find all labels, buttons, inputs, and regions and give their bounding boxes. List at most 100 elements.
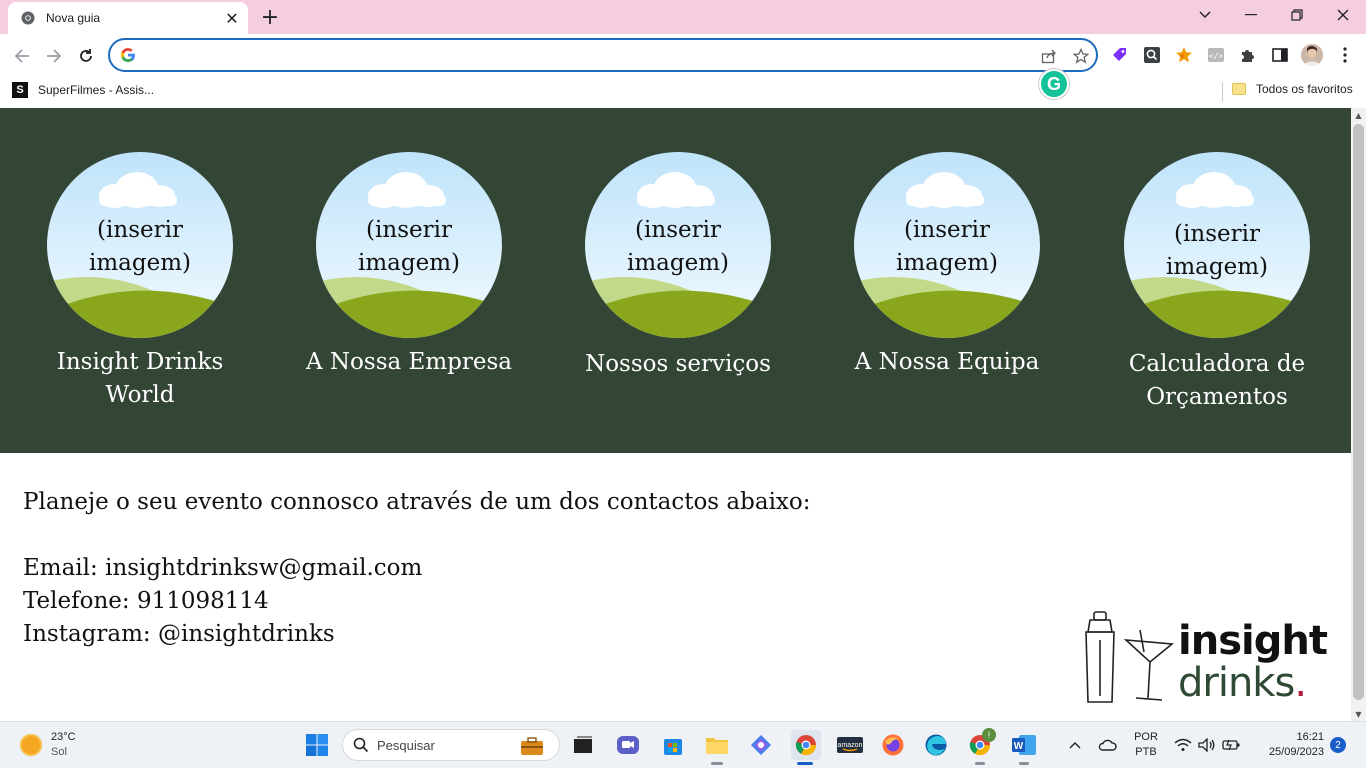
teams-chat-icon[interactable] (615, 732, 641, 758)
insight-drinks-logo: insight drinks. (1080, 610, 1328, 710)
running-indicator (975, 762, 985, 765)
contact-section: Planeje o seu evento connosco através de… (23, 486, 811, 651)
image-placeholder: (inserir imagem) (47, 152, 233, 338)
copilot-icon[interactable] (748, 732, 774, 758)
restore-button[interactable] (1274, 0, 1320, 30)
language-indicator[interactable]: POR PTB (1128, 730, 1164, 760)
card-label: Nossos serviços (585, 351, 771, 377)
card-label: A Nossa Empresa (306, 349, 512, 375)
card-label: A Nossa Equipa (854, 349, 1040, 375)
search-placeholder: Pesquisar (377, 737, 435, 753)
running-indicator (797, 762, 813, 765)
scroll-up-arrow[interactable]: ▲ (1351, 108, 1366, 122)
side-panel-icon[interactable] (1269, 44, 1291, 66)
briefcase-icon (519, 736, 545, 760)
running-indicator (1019, 762, 1029, 765)
card-label: Insight Drinks World (56, 349, 224, 408)
microsoft-store-icon[interactable] (660, 732, 686, 758)
edge-icon[interactable] (923, 732, 949, 758)
tab-nova-guia[interactable]: Nova guia ✕ (8, 2, 248, 34)
address-input[interactable] (146, 44, 1026, 66)
search-extension-icon[interactable] (1141, 44, 1163, 66)
placeholder-text: (inserir (366, 217, 452, 243)
placeholder-text: (inserir (97, 217, 183, 243)
svg-text:amazon: amazon (838, 742, 863, 749)
page-scrollbar[interactable]: ▲ ▼ (1351, 108, 1366, 721)
code-extension-icon[interactable]: </> (1205, 44, 1227, 66)
tab-search-button[interactable] (1182, 0, 1228, 30)
bookmarks-divider (1222, 82, 1223, 102)
placeholder-text: imagem) (627, 250, 729, 276)
volume-icon[interactable] (1196, 732, 1218, 758)
card-nossos-servicos[interactable]: (inserir imagem) Nossos serviços (563, 152, 793, 381)
chrome-taskbar-icon-active[interactable] (791, 730, 821, 760)
star-extension-icon[interactable] (1173, 44, 1195, 66)
card-insight-drinks-world[interactable]: (inserir imagem) Insight Drinks World (25, 152, 255, 412)
card-a-nossa-empresa[interactable]: (inserir imagem) A Nossa Empresa (294, 152, 524, 379)
amazon-icon[interactable]: amazon (836, 732, 864, 758)
windows-start-icon[interactable] (304, 732, 330, 758)
superfilmes-icon: S (12, 82, 28, 98)
folder-icon (1232, 83, 1246, 95)
image-placeholder: (inserir imagem) (1124, 152, 1310, 338)
menu-kebab-icon[interactable] (1334, 44, 1356, 66)
placeholder-text: (inserir (1174, 221, 1260, 247)
tab-title: Nova guia (46, 11, 101, 25)
bookmark-superfilmes[interactable]: S SuperFilmes - Assis... (12, 82, 154, 98)
battery-icon[interactable] (1220, 732, 1242, 758)
all-bookmarks-label: Todos os favoritos (1256, 82, 1353, 96)
firefox-icon[interactable] (880, 732, 906, 758)
placeholder-text: imagem) (358, 250, 460, 276)
logo-word-drinks: drinks. (1178, 660, 1307, 706)
placeholder-text: imagem) (89, 250, 191, 276)
taskbar-search[interactable]: Pesquisar (342, 729, 560, 761)
shaker-glass-icon (1085, 611, 1175, 703)
tab-close-button[interactable]: ✕ (222, 8, 242, 28)
reload-button[interactable] (72, 42, 100, 70)
close-window-button[interactable] (1320, 0, 1366, 30)
hero-section: (inserir imagem) Insight Drinks World (ins… (0, 108, 1351, 453)
scroll-down-arrow[interactable]: ▼ (1351, 707, 1366, 721)
weather-temp: 23°C (51, 731, 76, 743)
extensions-puzzle-icon[interactable] (1237, 44, 1259, 66)
search-icon (353, 737, 369, 753)
weather-condition: Sol (51, 746, 67, 758)
price-tag-extension-icon[interactable] (1109, 44, 1131, 66)
chevron-up-icon[interactable] (1064, 732, 1086, 758)
file-explorer-icon[interactable] (704, 732, 730, 758)
card-a-nossa-equipa[interactable]: (inserir imagem) A Nossa Equipa (832, 152, 1062, 379)
minimize-button[interactable] (1228, 0, 1274, 30)
word-icon[interactable]: W (1011, 732, 1037, 758)
svg-text:W: W (1014, 741, 1024, 752)
bookmark-star-icon[interactable] (1072, 47, 1090, 65)
weather-widget[interactable]: 23°C Sol (20, 730, 76, 760)
web-page: (inserir imagem) Insight Drinks World (ins… (0, 108, 1351, 721)
profile-avatar[interactable] (1301, 44, 1323, 66)
notification-badge[interactable]: 2 (1330, 737, 1346, 753)
address-bar[interactable] (108, 38, 1098, 72)
contact-phone: Telefone: 911098114 (23, 588, 269, 614)
logo-dot: . (1294, 660, 1307, 706)
scroll-thumb[interactable] (1353, 124, 1364, 700)
grammarly-icon[interactable]: G (1039, 69, 1069, 99)
task-view-icon[interactable] (570, 732, 596, 758)
new-tab-button[interactable]: + (258, 5, 282, 30)
share-icon[interactable] (1040, 47, 1058, 65)
clock[interactable]: 16:21 25/09/2023 (1252, 730, 1324, 760)
all-bookmarks-button[interactable]: Todos os favoritos (1232, 82, 1353, 96)
running-indicator (711, 762, 723, 765)
contact-intro: Planeje o seu evento connosco através de… (23, 489, 811, 515)
card-label: Calculadora de Orçamentos (1128, 351, 1306, 410)
card-calculadora-de-orcamentos[interactable]: (inserir imagem) Calculadora de Orçamentos (1102, 152, 1332, 414)
back-button[interactable] (8, 42, 36, 70)
svg-text:</>: </> (1209, 52, 1224, 61)
placeholder-text: imagem) (1166, 254, 1268, 280)
windows-taskbar: 23°C Sol Pesquisar amazon ! W POR PTB 16… (0, 721, 1366, 768)
bookmarks-bar: S SuperFilmes - Assis... Todos os favori… (0, 76, 1366, 108)
onedrive-cloud-icon[interactable] (1095, 732, 1119, 758)
wifi-icon[interactable] (1172, 732, 1194, 758)
forward-button[interactable] (40, 42, 68, 70)
tab-strip: Nova guia ✕ + (0, 0, 1366, 34)
contact-instagram: Instagram: @insightdrinks (23, 621, 335, 647)
image-placeholder: (inserir imagem) (585, 152, 771, 338)
